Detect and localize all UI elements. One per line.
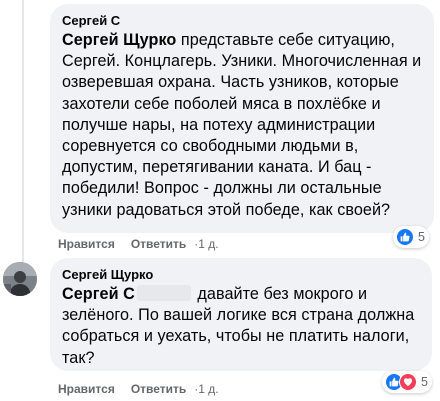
reaction-summary[interactable]: 5: [393, 226, 429, 248]
thread-line: [22, 0, 24, 262]
comment-time[interactable]: 1 д.: [198, 237, 218, 251]
reaction-count: 5: [418, 230, 425, 244]
reply-button[interactable]: Ответить: [131, 237, 186, 251]
reply-button[interactable]: Ответить: [131, 382, 186, 396]
comment-bubble: Сергей С Сергей Щурко представьте себе с…: [50, 4, 434, 233]
comment-actions: Нравится Ответить · 1 д.: [58, 237, 235, 251]
avatar[interactable]: [3, 262, 37, 296]
comment-text: Сергей С давайте без мокрого и зелёного.…: [62, 284, 420, 369]
mention-link[interactable]: Сергей Щурко: [62, 31, 176, 49]
love-icon: [399, 373, 417, 391]
comment-bubble: Сергей Щурко Сергей С давайте без мокрог…: [50, 258, 432, 371]
like-button[interactable]: Нравится: [58, 382, 115, 396]
reaction-count: 5: [421, 375, 428, 389]
reaction-summary[interactable]: 5: [382, 371, 432, 393]
mention-link[interactable]: Сергей С: [62, 285, 135, 303]
comment-body: представьте себе ситуацию, Сергей. Концл…: [62, 31, 422, 219]
comment-time[interactable]: 1 д.: [198, 382, 218, 396]
comment-actions: Нравится Ответить · 1 д.: [58, 382, 235, 396]
redacted-name: [136, 285, 191, 301]
like-button[interactable]: Нравится: [58, 237, 115, 251]
like-icon: [396, 228, 414, 246]
comment-author[interactable]: Сергей Щурко: [62, 266, 420, 283]
comment-author[interactable]: Сергей С: [62, 12, 422, 29]
comment-text: Сергей Щурко представьте себе ситуацию, …: [62, 30, 422, 221]
